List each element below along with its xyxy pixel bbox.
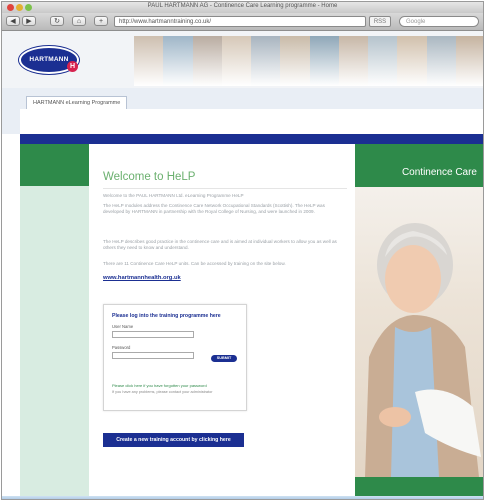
main-content: Welcome to HeLP Welcome to the PAUL HART… [89,144,355,496]
support-text: If you have any problems, please contact… [112,390,213,394]
username-label: User Name [112,324,134,329]
create-account-button[interactable]: Create a new training account by clickin… [103,433,244,447]
header-photo-tile [338,36,368,86]
tab-band: HARTMANN eLearning Programme [2,88,483,134]
add-bookmark-button[interactable]: + [94,16,108,26]
side-panel-title: Continence Care [401,167,477,178]
logo-mark-icon: H [67,61,78,72]
header-photo-tile [251,36,281,86]
forward-button[interactable]: ▶ [22,16,36,26]
side-panel-header: Continence Care [355,144,483,187]
header-photo-strip [134,36,483,86]
password-input[interactable] [112,352,194,359]
header-photo-tile [280,36,310,86]
tab-elearning-programme[interactable]: HARTMANN eLearning Programme [26,96,128,110]
left-column [20,186,89,496]
elderly-woman-photo [355,187,483,477]
submit-button[interactable]: SUBMIT [211,355,237,362]
login-title: Please log into the training programme h… [112,313,221,319]
header-photo-tile [426,36,456,86]
password-label: Password [112,345,131,350]
practice-paragraph: The HeLP describes good practice in the … [103,239,337,251]
header-photo-tile [368,36,398,86]
page-bottom-bar [2,496,483,499]
nav-bar [20,134,483,144]
site-header: HARTMANN H [2,31,483,88]
units-paragraph: There are 11 Continence Care HeLP units.… [103,261,286,266]
header-photo-tile [221,36,251,86]
left-green-block [20,144,89,186]
address-bar[interactable]: http://www.hartmanntraining.co.uk/ [114,16,366,27]
search-field[interactable]: Google [399,16,479,27]
title-bar: PAUL HARTMANN AG - Continence Care Learn… [2,2,483,13]
website-link[interactable]: www.hartmannhealth.org.uk [103,275,181,281]
home-button[interactable]: ⌂ [72,16,86,26]
page-title: Welcome to HeLP [103,171,196,183]
elderly-woman-illustration [365,223,481,477]
header-photo-tile [309,36,339,86]
header-photo-tile [163,36,193,86]
reload-button[interactable]: ↻ [50,16,64,26]
header-photo-tile [192,36,222,86]
forgot-password-link[interactable]: Please click here if you have forgotten … [112,383,207,388]
header-photo-tile [397,36,427,86]
divider [103,188,347,189]
description-paragraph: The HeLP modules address the Continence … [103,203,325,215]
username-input[interactable] [112,331,194,338]
window-title: PAUL HARTMANN AG - Continence Care Learn… [147,3,338,9]
tab-content-strip [20,109,483,134]
back-button[interactable]: ◀ [6,16,20,26]
intro-paragraph: Welcome to the PAUL HARTMANN Ltd. eLearn… [103,193,244,198]
browser-window: PAUL HARTMANN AG - Continence Care Learn… [1,1,484,500]
login-box: Please log into the training programme h… [103,304,247,411]
side-panel-footer [355,477,483,496]
header-photo-tile [455,36,483,86]
browser-toolbar: ◀ ▶ ↻ ⌂ + http://www.hartmanntraining.co… [2,13,483,31]
header-photo-tile [134,36,164,86]
side-panel: Continence Care [355,144,483,496]
rss-button[interactable]: RSS [369,16,391,27]
